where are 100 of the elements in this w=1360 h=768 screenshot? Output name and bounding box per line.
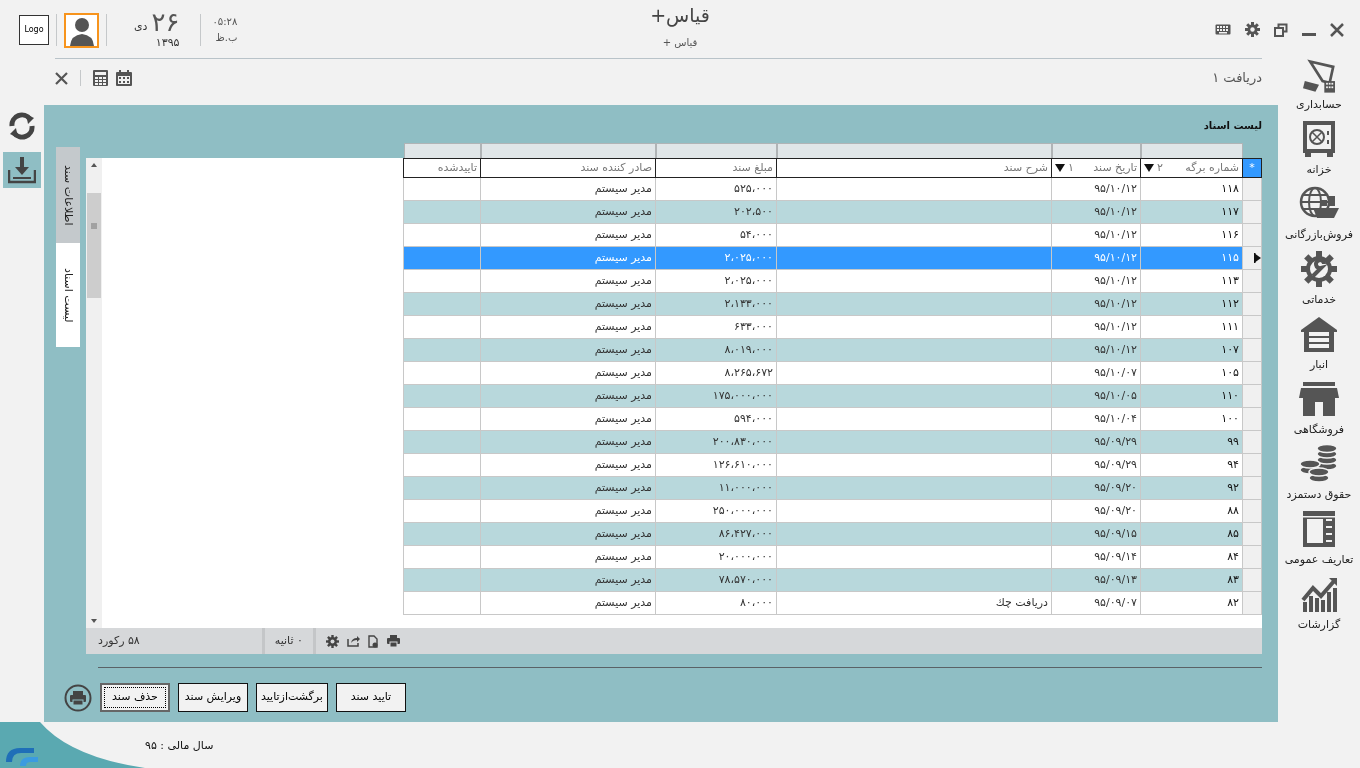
column-header[interactable]: صادر کننده سند	[480, 158, 656, 178]
app-subtitle: قیاس +	[661, 36, 699, 50]
sort-order: ۲	[1157, 159, 1163, 176]
column-header[interactable]: شرح سند	[776, 158, 1052, 178]
sidebar-item[interactable]: خدماتی	[1299, 243, 1339, 308]
print-icon[interactable]	[64, 683, 92, 712]
record-count: ۵۸ رکورد	[98, 632, 140, 649]
table-cell: ۸،۰۱۹،۰۰۰	[724, 342, 773, 356]
table-row[interactable]: ۹۴ ۹۵/۰۹/۲۹ ۱۲۶،۶۱۰،۰۰۰ مدیر سیستم	[403, 453, 1262, 477]
sidebar-item[interactable]: خزانه	[1299, 113, 1339, 178]
table-row[interactable]: ۸۸ ۹۵/۰۹/۲۰ ۲۵۰،۰۰۰،۰۰۰ مدیر سیستم	[403, 499, 1262, 523]
table-cell: ۹۵/۰۹/۲۰	[1094, 480, 1137, 494]
sort-descending-icon[interactable]	[1055, 164, 1065, 172]
table-cell: ۹۵/۱۰/۱۲	[1094, 204, 1137, 218]
sidebar-item[interactable]: فروشگاهی	[1293, 373, 1345, 438]
table-cell: ۲۰،۰۰۰،۰۰۰	[718, 549, 773, 563]
action-button[interactable]: ویرایش سند	[178, 683, 248, 712]
vertical-scrollbar[interactable]	[86, 158, 102, 628]
table-row[interactable]: ۱۱۸ ۹۵/۱۰/۱۲ ۵۲۵،۰۰۰ مدیر سیستم	[403, 177, 1262, 201]
table-cell: ۲،۰۲۵،۰۰۰	[724, 273, 773, 287]
table-row[interactable]: ۸۵ ۹۵/۰۹/۱۵ ۸۶،۴۲۷،۰۰۰ مدیر سیستم	[403, 522, 1262, 546]
table-row[interactable]: ۸۲ ۹۵/۰۹/۰۷ دریافت چك ۸۰،۰۰۰ مدیر سیستم	[403, 591, 1262, 615]
close-icon[interactable]	[1330, 22, 1344, 37]
table-row[interactable]: ۹۲ ۹۵/۰۹/۲۰ ۱۱،۰۰۰،۰۰۰ مدیر سیستم	[403, 476, 1262, 500]
clock-time: ۰۵:۲۸	[212, 15, 238, 30]
sidebar-item[interactable]: حقوق دستمزد	[1286, 438, 1352, 503]
column-header-label: تاریخ سند	[1092, 159, 1137, 176]
vertical-tab[interactable]: لیست اسناد	[56, 243, 80, 347]
table-cell: ۹۵/۰۹/۰۷	[1094, 595, 1137, 609]
table-cell: ۱۱۲	[1221, 296, 1239, 310]
table-cell: ۸۵	[1227, 526, 1239, 540]
table-row[interactable]: ۸۴ ۹۵/۰۹/۱۴ ۲۰،۰۰۰،۰۰۰ مدیر سیستم	[403, 545, 1262, 569]
action-button[interactable]: برگشت‌ازتایید	[256, 683, 328, 712]
document-tab[interactable]: دریافت ۱	[1212, 68, 1262, 88]
calculator-icon[interactable]	[93, 70, 108, 86]
table-row[interactable]: ۱۰۰ ۹۵/۱۰/۰۴ ۵۹۴،۰۰۰ مدیر سیستم	[403, 407, 1262, 431]
table-cell: ۶۳۳،۰۰۰	[734, 319, 773, 333]
table-cell: ۱۰۰	[1221, 411, 1239, 425]
settings-icon[interactable]	[325, 634, 339, 648]
calendar-icon[interactable]	[116, 70, 132, 86]
table-cell: ۸۲	[1227, 595, 1239, 609]
sort-descending-icon[interactable]	[1144, 164, 1154, 172]
logo: Logo	[19, 15, 49, 46]
sidebar-item[interactable]: حسابداری	[1296, 58, 1342, 113]
table-row[interactable]: ۹۹ ۹۵/۰۹/۲۹ ۲۰۰،۸۳۰،۰۰۰ مدیر سیستم	[403, 430, 1262, 454]
app-title: قیاس+	[650, 3, 710, 27]
wrench-gear-icon	[1299, 248, 1339, 289]
new-row-marker: *	[1242, 158, 1262, 178]
keyboard-icon[interactable]	[1215, 24, 1231, 35]
vertical-tab[interactable]: اطلاعات سند	[56, 147, 80, 243]
table-cell: ۱۰۷	[1221, 342, 1239, 356]
table-row[interactable]: ۱۱۷ ۹۵/۱۰/۱۲ ۲۰۲،۵۰۰ مدیر سیستم	[403, 200, 1262, 224]
table-row[interactable]: ۱۱۱ ۹۵/۱۰/۱۲ ۶۳۳،۰۰۰ مدیر سیستم	[403, 315, 1262, 339]
document-icon[interactable]	[367, 634, 379, 648]
table-cell: ۸۳	[1227, 572, 1239, 586]
side-tool-button[interactable]	[3, 152, 41, 188]
sidebar-item[interactable]: فروش‌بازرگانی	[1285, 178, 1353, 243]
close-icon[interactable]	[55, 71, 68, 85]
sidebar-item[interactable]: گزارشات	[1297, 568, 1341, 633]
table-cell: مدیر سیستم	[594, 273, 652, 287]
print-icon[interactable]	[386, 635, 400, 647]
column-header[interactable]: تاییدشده	[403, 158, 481, 178]
column-header[interactable]: مبلغ سند	[655, 158, 777, 178]
table-cell: ۸،۲۶۵،۶۷۲	[724, 365, 773, 379]
download-icon	[8, 156, 36, 184]
table-row[interactable]: ۱۱۲ ۹۵/۱۰/۱۲ ۲،۱۳۳،۰۰۰ مدیر سیستم	[403, 292, 1262, 316]
table-cell: ۱۲۶،۶۱۰،۰۰۰	[712, 457, 773, 471]
table-cell: مدیر سیستم	[594, 319, 652, 333]
table-row[interactable]: ۱۱۳ ۹۵/۱۰/۱۲ ۲،۰۲۵،۰۰۰ مدیر سیستم	[403, 269, 1262, 293]
table-cell: مدیر سیستم	[594, 181, 652, 195]
action-button[interactable]: تایید سند	[335, 683, 406, 712]
table-cell: ۱۱۱	[1221, 319, 1239, 333]
restore-icon[interactable]	[1274, 22, 1288, 37]
table-cell: ۲،۰۲۵،۰۰۰	[724, 250, 773, 264]
date-year: ۱۳۹۵	[154, 35, 180, 51]
table-cell: ۹۵/۰۹/۱۵	[1094, 526, 1137, 540]
table-cell: ۹۵/۱۰/۰۴	[1094, 411, 1137, 425]
table-cell: ۹۵/۱۰/۱۲	[1094, 250, 1137, 264]
table-cell: ۹۵/۱۰/۱۲	[1094, 296, 1137, 310]
table-row[interactable]: ۱۱۰ ۹۵/۱۰/۰۵ ۱۷۵،۰۰۰،۰۰۰ مدیر سیستم	[403, 384, 1262, 408]
table-cell: ۷۸،۵۷۰،۰۰۰	[718, 572, 773, 586]
export-icon[interactable]	[346, 635, 360, 647]
panel-title: لیست اسناد	[1203, 120, 1262, 131]
sidebar-item[interactable]: انبار	[1299, 308, 1339, 373]
table-cell: ۹۵/۰۹/۲۹	[1094, 457, 1137, 471]
table-row[interactable]: ۱۱۶ ۹۵/۱۰/۱۲ ۵۴،۰۰۰ مدیر سیستم	[403, 223, 1262, 247]
table-cell: مدیر سیستم	[594, 526, 652, 540]
settings-icon[interactable]	[1245, 22, 1260, 37]
action-button[interactable]: حذف سند	[100, 683, 170, 712]
table-cell: ۹۵/۱۰/۱۲	[1094, 319, 1137, 333]
table-cell: ۹۴	[1227, 457, 1239, 471]
table-cell: ۹۵/۰۹/۱۳	[1094, 572, 1137, 586]
table-row[interactable]: ۸۳ ۹۵/۰۹/۱۳ ۷۸،۵۷۰،۰۰۰ مدیر سیستم	[403, 568, 1262, 592]
table-cell: ۲۵۰،۰۰۰،۰۰۰	[712, 503, 773, 517]
user-avatar-icon[interactable]	[68, 15, 95, 46]
sidebar-item[interactable]: تعاریف عمومی	[1284, 503, 1354, 568]
table-row[interactable]: ۱۰۷ ۹۵/۱۰/۱۲ ۸،۰۱۹،۰۰۰ مدیر سیستم	[403, 338, 1262, 362]
table-cell: ۹۵/۱۰/۱۲	[1094, 342, 1137, 356]
table-cell: ۵۲۵،۰۰۰	[734, 181, 773, 195]
table-row[interactable]: ۱۰۵ ۹۵/۱۰/۰۷ ۸،۲۶۵،۶۷۲ مدیر سیستم	[403, 361, 1262, 385]
